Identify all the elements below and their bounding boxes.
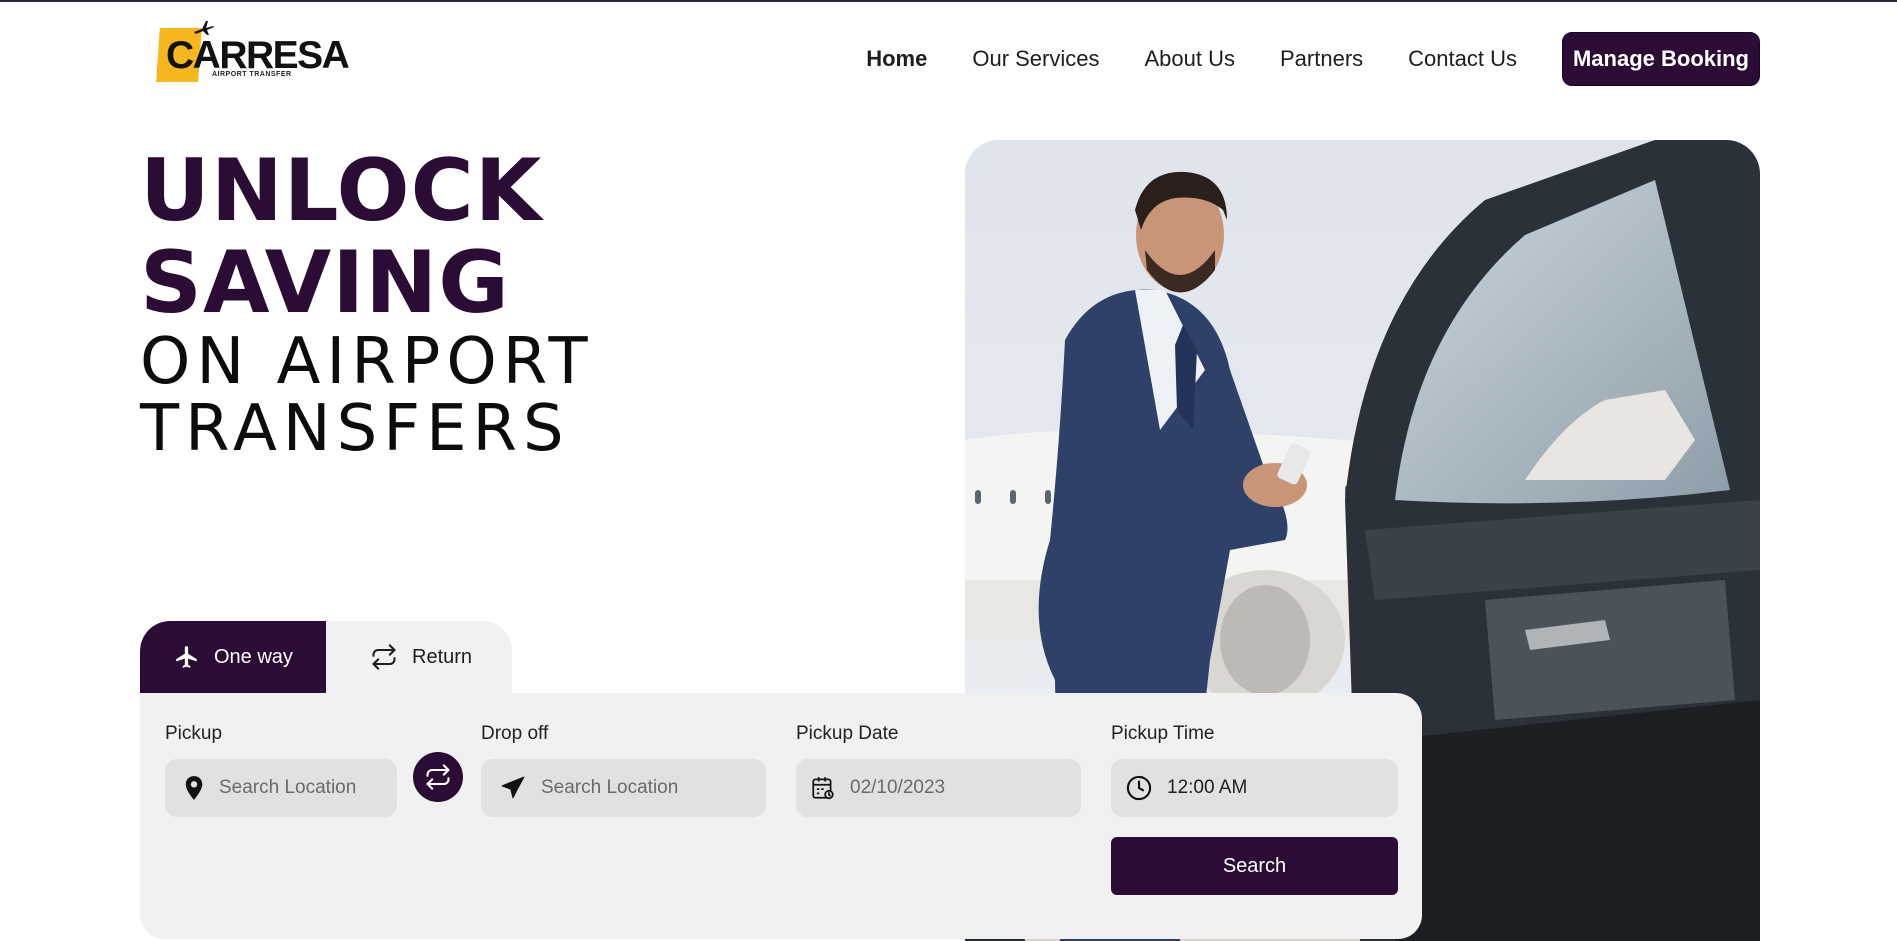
- map-pin-icon: [185, 776, 203, 800]
- pickup-date-value: 02/10/2023: [850, 777, 946, 798]
- hero-subheadline-line1: ON AIRPORT: [140, 325, 594, 399]
- tab-one-way[interactable]: One way: [140, 621, 326, 693]
- main-nav: Home Our Services About Us Partners Cont…: [866, 32, 1760, 86]
- booking-form: Pickup Search Location Drop off Search L…: [140, 693, 1422, 939]
- nav-item-about-us[interactable]: About Us: [1145, 46, 1236, 72]
- swap-icon: [426, 764, 450, 790]
- trip-type-tabs: One way Return: [140, 621, 512, 693]
- tab-one-way-label: One way: [214, 645, 293, 668]
- nav-item-our-services[interactable]: Our Services: [972, 46, 1099, 72]
- paper-plane-icon: [501, 776, 525, 799]
- tab-return-label: Return: [412, 645, 473, 668]
- pickup-label: Pickup: [165, 723, 223, 744]
- brand-tagline: AIRPORT TRANSFER: [212, 71, 292, 78]
- nav-item-partners[interactable]: Partners: [1280, 46, 1363, 72]
- top-border: [0, 0, 1897, 2]
- dropoff-label: Drop off: [481, 723, 549, 744]
- nav-item-home[interactable]: Home: [866, 46, 927, 72]
- pickup-input[interactable]: Search Location: [165, 759, 397, 817]
- airplane-icon: [176, 646, 197, 668]
- calendar-icon: [812, 777, 834, 800]
- pickup-time-input[interactable]: 12:00 AM: [1111, 759, 1398, 817]
- hero-subheadline-line2: TRANSFERS: [140, 392, 570, 466]
- dropoff-input[interactable]: Search Location: [481, 759, 766, 817]
- search-button[interactable]: Search: [1111, 837, 1398, 895]
- hero-headline-line2: SAVING: [140, 233, 510, 333]
- tab-return[interactable]: Return: [326, 621, 512, 693]
- pickup-time-value: 12:00 AM: [1167, 777, 1248, 798]
- hero-headline-line1: UNLOCK: [140, 141, 543, 241]
- repeat-icon: [372, 644, 396, 670]
- pickup-time-label: Pickup Time: [1111, 723, 1215, 744]
- dropoff-placeholder: Search Location: [541, 777, 679, 798]
- pickup-date-label: Pickup Date: [796, 723, 899, 744]
- pickup-placeholder: Search Location: [219, 777, 357, 798]
- swap-locations-button[interactable]: [413, 752, 463, 802]
- manage-booking-button[interactable]: Manage Booking: [1561, 32, 1760, 86]
- pickup-date-input[interactable]: 02/10/2023: [796, 759, 1081, 817]
- clock-icon: [1126, 775, 1152, 801]
- nav-item-contact-us[interactable]: Contact Us: [1408, 46, 1517, 72]
- brand-logo[interactable]: CARRESA AIRPORT TRANSFER: [156, 18, 350, 88]
